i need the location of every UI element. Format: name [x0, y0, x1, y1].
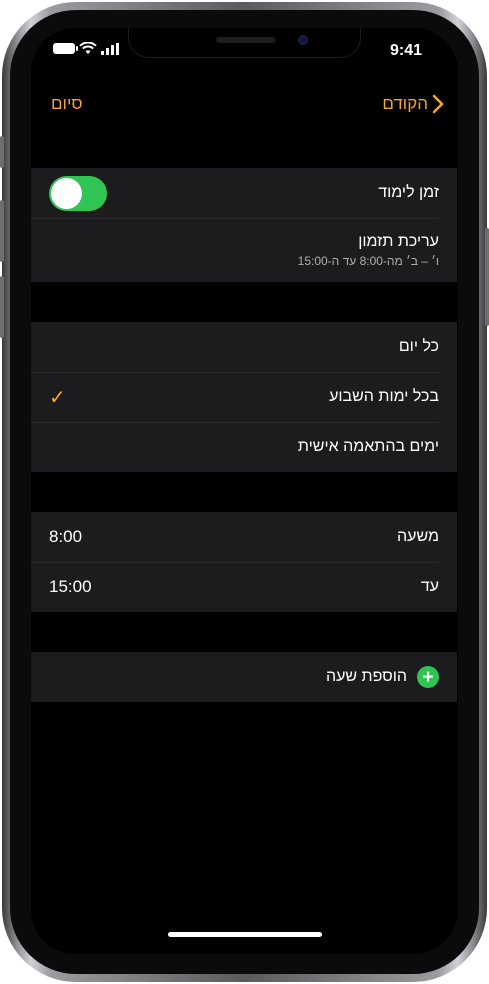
back-label: הקודם	[382, 94, 428, 113]
option-every-day[interactable]: כל יום	[31, 322, 457, 372]
from-label: משעה	[397, 528, 439, 545]
days-group: כל יום בכל ימות השבוע ✓ ימים בהתאמה אישי…	[31, 322, 457, 472]
signal-icon	[101, 42, 119, 55]
to-value: 15:00	[49, 577, 92, 596]
checkmark-icon: ✓	[49, 386, 66, 409]
side-button	[485, 228, 489, 326]
add-time-row[interactable]: + הוספת שעה	[31, 652, 457, 702]
option-custom-days-label: ימים בהתאמה אישית	[297, 438, 439, 455]
notch	[128, 28, 361, 58]
status-time: 9:41	[389, 42, 422, 59]
nav-bar: סיום הקודם	[31, 90, 458, 120]
home-indicator[interactable]	[168, 932, 322, 937]
option-weekdays-label: בכל ימות השבוע	[329, 388, 439, 405]
screen: 9:41 סיום הקודם זמן לימוד עריכת תזמון ו׳…	[31, 28, 458, 954]
edit-schedule-subtitle: ו׳ – ב׳ מה-8:00 עד ה-15:00	[297, 253, 439, 268]
schooltime-toggle-row: זמן לימוד	[31, 168, 457, 218]
schooltime-toggle[interactable]	[49, 175, 107, 211]
speaker-grille	[216, 37, 276, 43]
add-time-label: הוספת שעה	[325, 668, 407, 685]
to-label: עד	[420, 578, 439, 595]
edit-schedule-label: עריכת תזמון	[358, 232, 439, 250]
plus-icon: +	[417, 666, 439, 688]
chevron-back-icon	[432, 94, 444, 114]
hours-group: משעה 8:00 עד 15:00	[31, 512, 457, 612]
back-button[interactable]: הקודם	[382, 94, 444, 114]
add-group: + הוספת שעה	[31, 652, 457, 702]
from-time-row[interactable]: משעה 8:00	[31, 512, 457, 562]
toggle-knob	[51, 177, 82, 209]
option-weekdays[interactable]: בכל ימות השבוע ✓	[31, 372, 457, 422]
option-custom-days[interactable]: ימים בהתאמה אישית	[31, 422, 457, 472]
schooltime-label: זמן לימוד	[378, 184, 439, 201]
edit-schedule-row[interactable]: עריכת תזמון ו׳ – ב׳ מה-8:00 עד ה-15:00	[31, 218, 457, 282]
front-camera	[298, 35, 308, 45]
edit-schedule-text: עריכת תזמון ו׳ – ב׳ מה-8:00 עד ה-15:00	[298, 233, 439, 268]
option-every-day-label: כל יום	[398, 338, 439, 355]
done-button[interactable]: סיום	[51, 94, 83, 114]
wifi-icon	[79, 42, 97, 54]
battery-icon	[53, 43, 78, 54]
volume-up-button	[0, 200, 4, 262]
status-icons	[53, 42, 121, 55]
schooltime-group: זמן לימוד עריכת תזמון ו׳ – ב׳ מה-8:00 עד…	[31, 168, 457, 282]
mute-switch	[0, 136, 4, 168]
volume-down-button	[0, 276, 4, 338]
from-value: 8:00	[49, 527, 83, 546]
to-time-row[interactable]: עד 15:00	[31, 562, 457, 612]
